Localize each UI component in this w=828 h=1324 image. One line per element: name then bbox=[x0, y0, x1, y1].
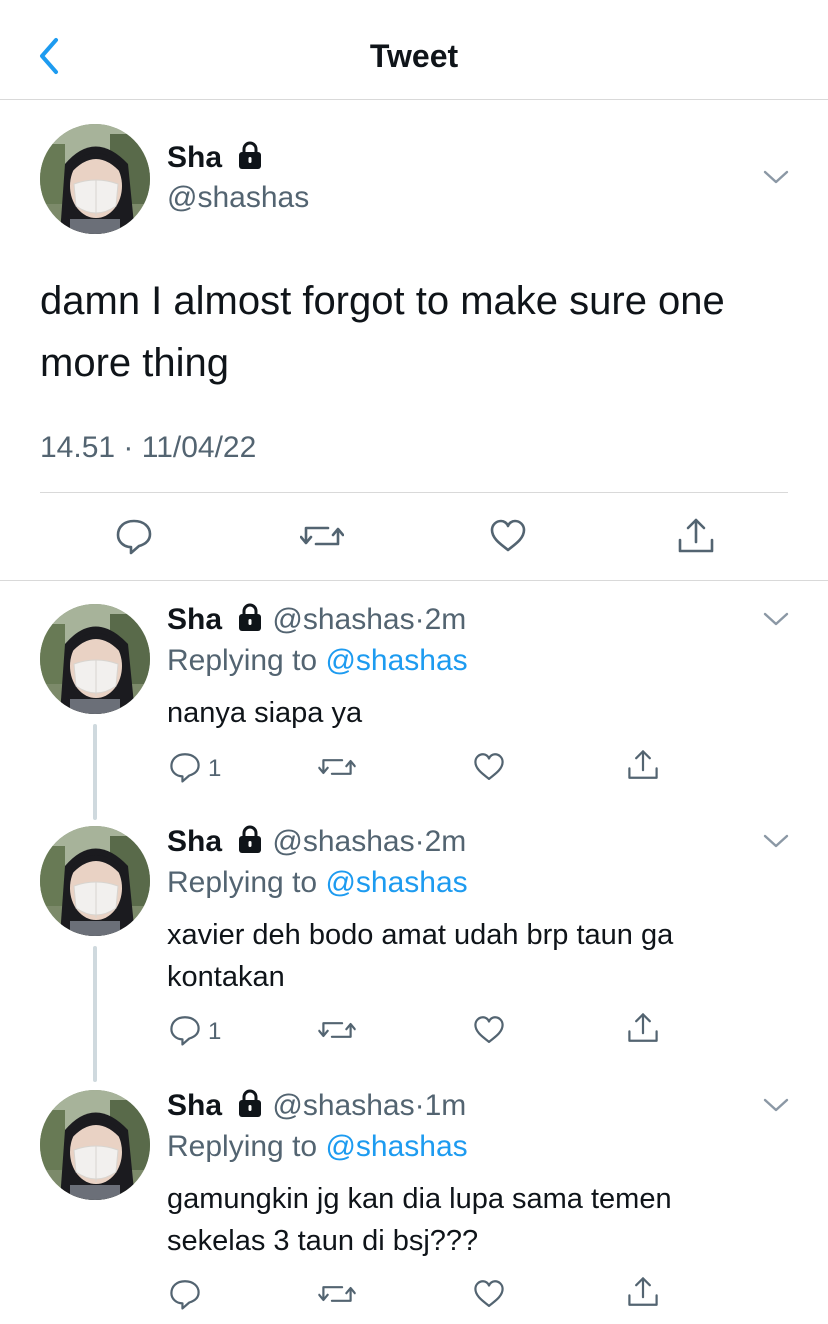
section-divider bbox=[0, 580, 828, 581]
replying-label: Replying to bbox=[167, 1130, 318, 1163]
reply-header: Sha @shashas·2m bbox=[167, 824, 466, 860]
reply-icon bbox=[168, 1277, 202, 1311]
replying-label: Replying to bbox=[167, 644, 318, 677]
author-handle[interactable]: @shashas bbox=[272, 603, 414, 636]
tweet-text: damn I almost forgot to make sure one mo… bbox=[40, 279, 725, 385]
reply-text: nanya siapa ya bbox=[167, 697, 363, 729]
share-icon bbox=[626, 1275, 660, 1309]
retweet-button[interactable] bbox=[318, 750, 356, 784]
lock-icon bbox=[236, 602, 264, 632]
reply-time[interactable]: 2m bbox=[425, 825, 467, 858]
author-handle[interactable]: @shashas bbox=[272, 1089, 414, 1122]
reply-icon bbox=[168, 1013, 202, 1047]
avatar[interactable] bbox=[40, 604, 150, 714]
replying-to: Replying to @shashas bbox=[167, 643, 468, 679]
like-icon bbox=[472, 1277, 506, 1311]
tweet-timestamp[interactable]: 14.51 · 11/04/22 bbox=[40, 430, 256, 466]
reply-count: 1 bbox=[208, 755, 222, 782]
author-name[interactable]: Sha bbox=[167, 1089, 222, 1122]
dot-separator: · bbox=[414, 825, 425, 858]
avatar[interactable] bbox=[40, 1090, 150, 1200]
share-icon bbox=[626, 748, 660, 782]
mention-link[interactable]: @shashas bbox=[325, 866, 467, 899]
reply-icon bbox=[114, 516, 154, 556]
chevron-down-icon[interactable] bbox=[762, 832, 790, 850]
avatar[interactable] bbox=[40, 124, 150, 234]
lock-icon bbox=[236, 1088, 264, 1118]
retweet-button[interactable] bbox=[318, 1277, 356, 1311]
like-icon bbox=[488, 516, 528, 556]
author-handle[interactable]: @shashas bbox=[167, 180, 309, 216]
reply-time[interactable]: 2m bbox=[425, 603, 467, 636]
retweet-button[interactable] bbox=[300, 516, 344, 556]
retweet-button[interactable] bbox=[318, 1013, 356, 1047]
reply-count: 1 bbox=[208, 1018, 222, 1045]
like-button[interactable] bbox=[472, 1013, 506, 1047]
share-button[interactable] bbox=[676, 516, 716, 556]
author-name[interactable]: Sha bbox=[167, 603, 222, 636]
reply-header: Sha @shashas·2m bbox=[167, 602, 466, 638]
dot-separator: · bbox=[414, 1089, 425, 1122]
share-icon bbox=[626, 1011, 660, 1045]
like-icon bbox=[472, 750, 506, 784]
page-title: Tweet bbox=[369, 38, 459, 74]
retweet-icon bbox=[318, 1277, 356, 1311]
retweet-icon bbox=[318, 750, 356, 784]
like-icon bbox=[472, 1013, 506, 1047]
author-name[interactable]: Sha bbox=[167, 140, 264, 176]
thread-line bbox=[93, 724, 97, 820]
chevron-down-icon[interactable] bbox=[762, 168, 790, 186]
reply-time[interactable]: 1m bbox=[425, 1089, 467, 1122]
like-button[interactable] bbox=[472, 750, 506, 784]
author-name[interactable]: Sha bbox=[167, 825, 222, 858]
replying-to: Replying to @shashas bbox=[167, 1129, 468, 1165]
share-button[interactable] bbox=[626, 748, 660, 782]
reply-button[interactable] bbox=[168, 750, 202, 784]
chevron-down-icon[interactable] bbox=[762, 1096, 790, 1114]
retweet-icon bbox=[318, 1013, 356, 1047]
mention-link[interactable]: @shashas bbox=[325, 644, 467, 677]
avatar[interactable] bbox=[40, 826, 150, 936]
reply-button[interactable] bbox=[114, 516, 154, 556]
lock-icon bbox=[236, 140, 264, 170]
reply-text: xavier deh bodo amat udah brp taun ga ko… bbox=[167, 919, 674, 993]
author-handle[interactable]: @shashas bbox=[272, 825, 414, 858]
reply-button[interactable] bbox=[168, 1277, 202, 1311]
reply-text: gamungkin jg kan dia lupa sama temen sek… bbox=[167, 1183, 672, 1257]
retweet-icon bbox=[300, 516, 344, 556]
thread-line bbox=[93, 946, 97, 1082]
share-button[interactable] bbox=[626, 1275, 660, 1309]
mention-link[interactable]: @shashas bbox=[325, 1130, 467, 1163]
lock-icon bbox=[236, 824, 264, 854]
chevron-down-icon[interactable] bbox=[762, 610, 790, 628]
like-button[interactable] bbox=[472, 1277, 506, 1311]
divider bbox=[40, 492, 788, 493]
author-name-text[interactable]: Sha bbox=[167, 141, 222, 174]
dot-separator: · bbox=[414, 603, 425, 636]
reply-button[interactable] bbox=[168, 1013, 202, 1047]
like-button[interactable] bbox=[488, 516, 528, 556]
reply-icon bbox=[168, 750, 202, 784]
share-button[interactable] bbox=[626, 1011, 660, 1045]
top-bar: Tweet bbox=[0, 0, 828, 100]
replying-to: Replying to @shashas bbox=[167, 865, 468, 901]
share-icon bbox=[676, 516, 716, 556]
reply-header: Sha @shashas·1m bbox=[167, 1088, 466, 1124]
replying-label: Replying to bbox=[167, 866, 318, 899]
